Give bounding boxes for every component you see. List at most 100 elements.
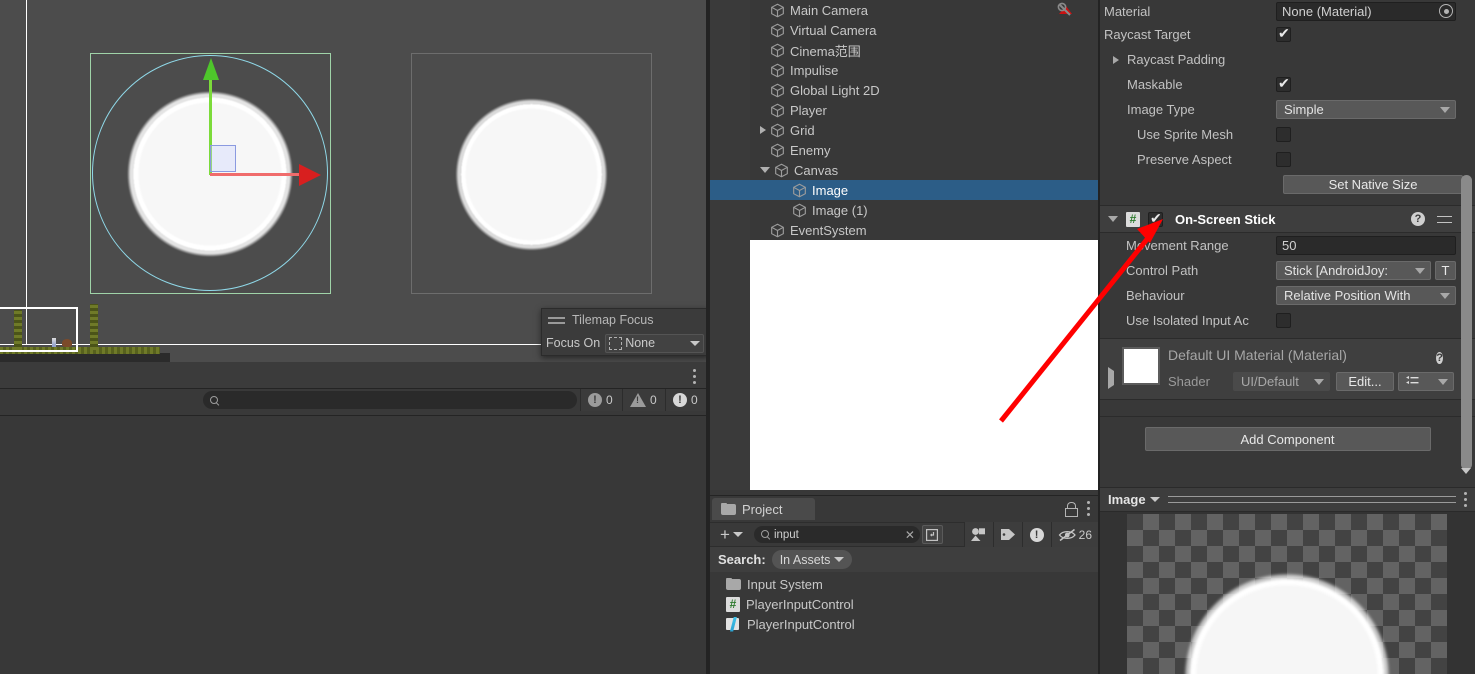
raycast-padding-label: Raycast Padding: [1127, 52, 1226, 67]
project-list-item[interactable]: Input System: [710, 574, 1098, 594]
expand-arrow-icon[interactable]: [1113, 55, 1119, 64]
hierarchy-item-player[interactable]: Player: [710, 100, 1098, 120]
console-search-input[interactable]: [203, 391, 577, 409]
console-options-kebab-icon[interactable]: [693, 369, 696, 384]
focus-on-label: Focus On: [546, 336, 601, 350]
maskable-label: Maskable: [1127, 77, 1183, 92]
filter-by-type-button[interactable]: [963, 522, 993, 547]
project-list-item[interactable]: # PlayerInputControl: [710, 594, 1098, 614]
gizmo-xy-plane-handle[interactable]: [210, 145, 236, 172]
hierarchy-item-enemy[interactable]: Enemy: [710, 140, 1098, 160]
chevron-down-icon: [1314, 378, 1324, 385]
help-icon[interactable]: ?: [1436, 350, 1443, 365]
expand-arrow-icon[interactable]: [1108, 367, 1114, 389]
gizmo-x-arrow-icon[interactable]: [299, 164, 321, 186]
hierarchy-item-eventsystem[interactable]: EventSystem: [710, 220, 1098, 240]
project-list-item[interactable]: PlayerInputControl: [710, 614, 1098, 634]
help-icon[interactable]: ?: [1411, 212, 1425, 226]
edit-shader-button[interactable]: Edit...: [1336, 372, 1394, 391]
search-in-window-button[interactable]: [921, 525, 943, 544]
control-path-dropdown[interactable]: Stick [AndroidJoy:: [1276, 261, 1431, 280]
tilemap-focus-popup[interactable]: Tilemap Focus Focus On None: [541, 308, 706, 356]
material-preview-swatch[interactable]: [1122, 347, 1160, 385]
hierarchy-item-image-1[interactable]: Image (1): [710, 200, 1098, 220]
raycast-target-checkbox[interactable]: [1276, 25, 1291, 42]
raycast-padding-row: Raycast Padding: [1100, 47, 1475, 72]
audio-mute-icon[interactable]: [1057, 2, 1077, 19]
console-log-count[interactable]: ! 0: [580, 389, 622, 411]
hidden-packages-count[interactable]: 26: [1050, 522, 1098, 547]
clear-search-icon[interactable]: ✕: [905, 528, 915, 542]
hierarchy-item-canvas[interactable]: Canvas: [710, 160, 1098, 180]
preview-options-kebab-icon[interactable]: [1464, 492, 1467, 507]
drag-handle-icon[interactable]: [548, 316, 565, 324]
set-native-size-button[interactable]: Set Native Size: [1283, 175, 1463, 194]
hierarchy-panel: Main Camera Virtual Camera Cinema范围 Impulis…: [710, 0, 1098, 490]
preview-target-label: Image: [1108, 492, 1146, 507]
create-asset-button[interactable]: +: [710, 523, 751, 546]
preset-icon[interactable]: [1437, 213, 1452, 226]
object-picker-icon[interactable]: [1439, 4, 1453, 18]
hierarchy-tree[interactable]: Main Camera Virtual Camera Cinema范围 Impulis…: [710, 0, 1098, 240]
on-screen-stick-header[interactable]: # On-Screen Stick ?: [1100, 206, 1475, 232]
preserve-aspect-checkbox[interactable]: [1276, 152, 1291, 167]
gameobject-cube-icon: [770, 3, 785, 18]
hierarchy-item-grid[interactable]: Grid: [710, 120, 1098, 140]
tilemap-preview: [0, 292, 170, 362]
hierarchy-item-label: Image (1): [812, 202, 868, 218]
preview-target-dropdown[interactable]: Image: [1108, 492, 1160, 507]
gameobject-cube-icon: [770, 43, 785, 58]
focus-on-dropdown[interactable]: None: [605, 333, 704, 353]
collapse-arrow-icon[interactable]: [1108, 216, 1118, 222]
maskable-checkbox[interactable]: [1276, 75, 1291, 92]
filter-by-label-button[interactable]: [992, 522, 1022, 547]
chevron-down-icon: [1415, 267, 1425, 274]
scene-view[interactable]: Tilemap Focus Focus On None: [0, 0, 706, 362]
hierarchy-item-global-light-2d[interactable]: Global Light 2D: [710, 80, 1098, 100]
shader-variant-dropdown[interactable]: [1398, 372, 1454, 391]
tilemap-focus-row: Focus On None: [542, 331, 706, 355]
filter-by-issue-button[interactable]: !: [1021, 522, 1051, 547]
use-isolated-input-row: Use Isolated Input Ac: [1100, 308, 1475, 333]
preview-drag-handle[interactable]: [1167, 496, 1456, 503]
image1-rect-bounds[interactable]: [411, 53, 652, 294]
scroll-down-arrow-icon[interactable]: [1461, 468, 1471, 487]
behaviour-dropdown[interactable]: Relative Position With: [1276, 286, 1456, 305]
movement-range-input[interactable]: 50: [1276, 236, 1456, 255]
hierarchy-item-image[interactable]: Image: [710, 180, 1098, 200]
console-warning-count[interactable]: 0: [622, 389, 665, 411]
hierarchy-item-impulise[interactable]: Impulise: [710, 60, 1098, 80]
chevron-down-icon[interactable]: [760, 167, 770, 173]
tab-project[interactable]: Project: [712, 498, 815, 520]
preview-toolbar: Image: [1100, 487, 1475, 512]
project-search-input[interactable]: input ✕: [753, 526, 920, 543]
inspector-scrollbar[interactable]: [1461, 175, 1472, 470]
on-screen-stick-enabled-checkbox[interactable]: [1148, 210, 1163, 227]
raycast-target-row: Raycast Target: [1100, 22, 1475, 47]
gizmo-x-axis[interactable]: [210, 173, 306, 176]
hierarchy-item-cinema[interactable]: Cinema范围: [710, 40, 1098, 60]
add-component-button[interactable]: Add Component: [1144, 427, 1431, 451]
hierarchy-item-main-camera[interactable]: Main Camera: [710, 0, 1098, 20]
shader-dropdown[interactable]: UI/Default: [1233, 372, 1330, 391]
use-isolated-input-checkbox[interactable]: [1276, 313, 1291, 328]
camera-bounds-rect: [0, 307, 78, 352]
chevron-right-icon[interactable]: [760, 126, 766, 134]
project-options-kebab-icon[interactable]: [1087, 501, 1090, 516]
use-sprite-mesh-checkbox[interactable]: [1276, 127, 1291, 142]
search-scope-dropdown[interactable]: In Assets: [771, 550, 853, 569]
image-type-row: Image Type Simple: [1100, 97, 1475, 122]
image-type-dropdown[interactable]: Simple: [1276, 100, 1456, 119]
preview-area[interactable]: [1100, 512, 1475, 674]
hierarchy-item-virtual-camera[interactable]: Virtual Camera: [710, 20, 1098, 40]
hierarchy-item-label: Impulise: [790, 62, 839, 78]
hierarchy-empty-area[interactable]: [750, 240, 1098, 490]
project-results-list[interactable]: Input System # PlayerInputControl PlayerInp…: [710, 574, 1098, 634]
search-icon: [760, 530, 770, 539]
material-objectfield[interactable]: None (Material): [1276, 1, 1456, 21]
tilemap-dark-band: [0, 353, 170, 362]
control-path-text-button[interactable]: T: [1435, 261, 1456, 280]
console-error-count[interactable]: ! 0: [665, 389, 708, 411]
lock-icon[interactable]: [1065, 502, 1078, 517]
gizmo-y-arrow-icon[interactable]: [203, 58, 219, 80]
